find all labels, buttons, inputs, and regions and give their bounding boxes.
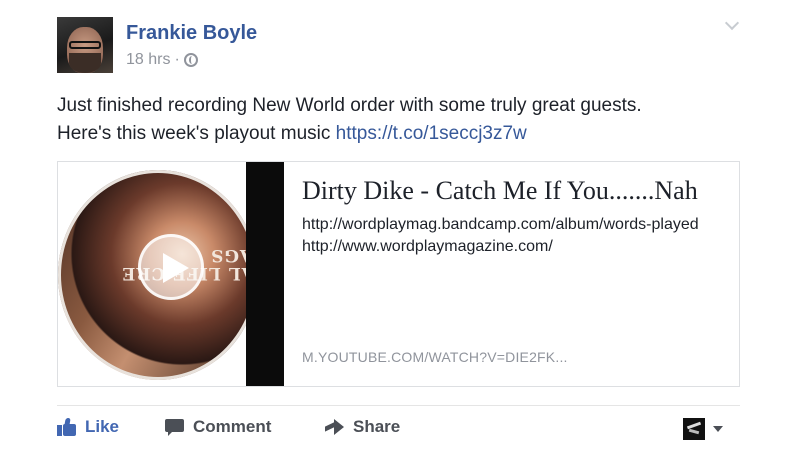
- page-avatar-selector[interactable]: [683, 418, 705, 440]
- avatar-beard: [69, 53, 101, 73]
- preview-domain: M.YOUTUBE.COM/WATCH?V=DIE2FK...: [302, 349, 568, 365]
- play-icon[interactable]: [138, 234, 204, 300]
- facebook-post: Frankie Boyle 18 hrs · Just finished rec…: [0, 0, 800, 450]
- avatar-glasses: [69, 41, 101, 49]
- post-text-line-2: Here's this week's playout music https:/…: [57, 120, 747, 148]
- video-thumbnail[interactable]: REAL LIFE CRE DRAGS: [58, 162, 284, 386]
- meta-separator: ·: [174, 51, 180, 68]
- link-preview-card[interactable]: REAL LIFE CRE DRAGS Dirty Dike - Catch M…: [57, 161, 740, 387]
- actions-divider: [57, 405, 740, 406]
- preview-description: http://wordplaymag.bandcamp.com/album/wo…: [302, 216, 699, 255]
- share-arrow-icon: [323, 418, 345, 436]
- comment-icon: [165, 418, 185, 436]
- like-label: Like: [85, 417, 120, 436]
- post-meta: 18 hrs ·: [126, 51, 198, 69]
- comment-button[interactable]: Comment: [165, 414, 271, 440]
- preview-title[interactable]: Dirty Dike - Catch Me If You.......Nah: [302, 176, 732, 206]
- share-button[interactable]: Share: [323, 414, 400, 440]
- caret-down-icon[interactable]: [713, 426, 723, 432]
- author-name[interactable]: Frankie Boyle: [126, 22, 257, 45]
- like-button[interactable]: Like: [57, 414, 119, 440]
- thumbnail-black-bar: [246, 162, 284, 386]
- post-text-prefix: Here's this week's playout music: [57, 123, 336, 144]
- post-options-chevron-icon[interactable]: [725, 18, 739, 32]
- author-avatar[interactable]: [57, 17, 113, 73]
- post-body: Just finished recording New World order …: [57, 92, 747, 148]
- thumbs-up-icon: [57, 418, 77, 436]
- post-timestamp[interactable]: 18 hrs: [126, 51, 170, 69]
- post-text-line-1: Just finished recording New World order …: [57, 95, 642, 116]
- share-label: Share: [353, 417, 401, 436]
- post-link[interactable]: https://t.co/1seccj3z7w: [336, 123, 527, 144]
- comment-label: Comment: [193, 417, 272, 436]
- globe-icon[interactable]: [183, 53, 198, 67]
